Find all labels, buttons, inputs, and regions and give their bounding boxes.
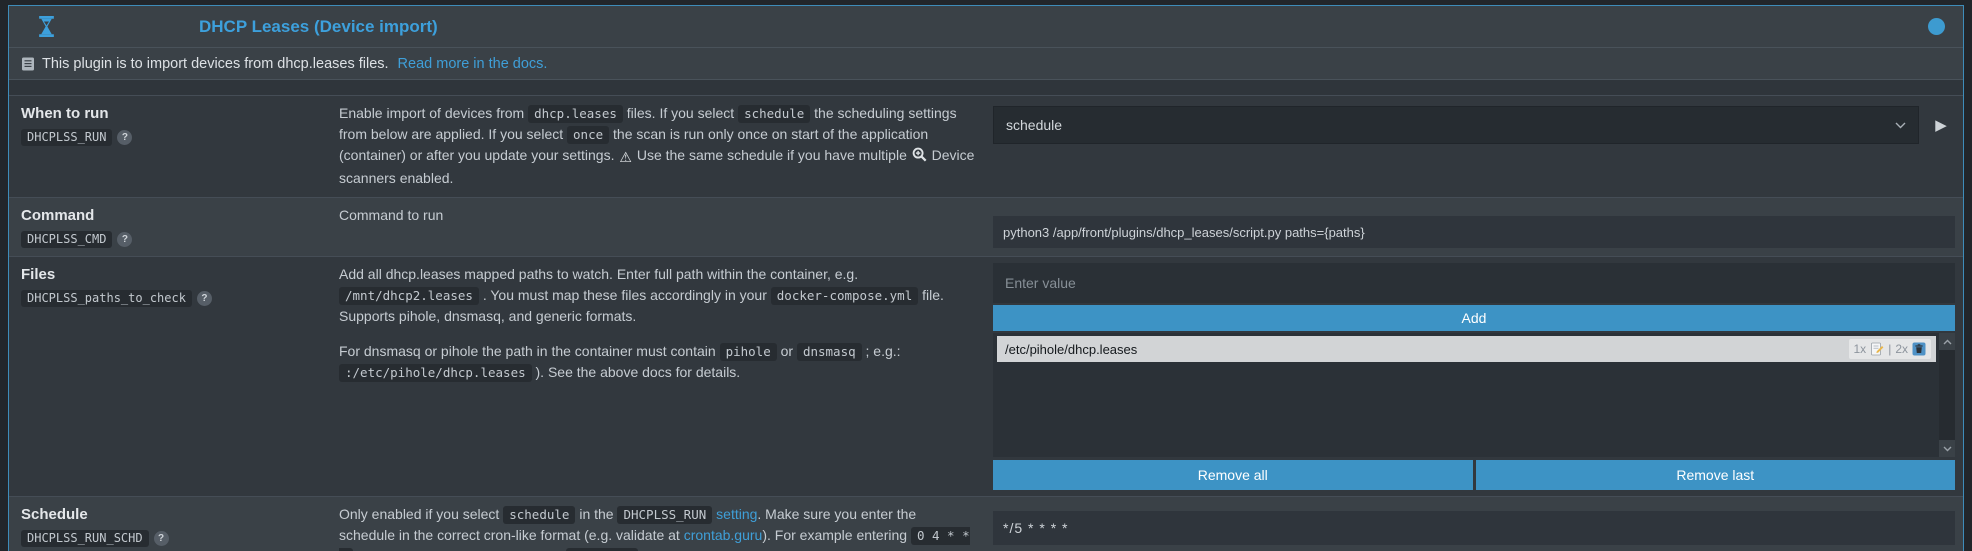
setting-label: Schedule [21,506,329,523]
setting-label: Command [21,207,329,224]
help-icon[interactable]: ? [154,531,169,546]
remove-last-button[interactable]: Remove last [1476,460,1956,490]
new-path-input[interactable] [993,263,1955,303]
edit-count-badge: 1x [1854,342,1867,356]
search-plus-icon [911,147,928,162]
setting-row-when-to-run: When to run DHCPLSS_RUN ? Enable import … [9,96,1963,198]
add-button[interactable]: Add [993,305,1955,331]
list-scrollbar[interactable] [1939,333,1955,457]
setting-code-chip: DHCPLSS_RUN [21,129,112,146]
panel-body-spacer [9,80,1963,96]
setting-description: Enable import of devices from dhcp.lease… [339,96,989,197]
chevron-down-icon [1895,122,1906,129]
play-icon: ▶ [1935,116,1947,134]
trash-icon[interactable] [1912,342,1926,356]
scroll-down-icon[interactable] [1939,440,1955,457]
setting-label: When to run [21,105,329,122]
help-icon[interactable]: ? [117,130,132,145]
page-title: DHCP Leases (Device import) [199,17,438,37]
docs-link[interactable]: Read more in the docs. [398,56,548,72]
setting-row-files: Files DHCPLSS_paths_to_check ? Add all d… [9,257,1963,497]
setting-label: Files [21,266,329,283]
setting-row-schedule: Schedule DHCPLSS_RUN_SCHD ? Only enabled… [9,497,1963,551]
setting-row-command: Command DHCPLSS_CMD ? Command to run [9,198,1963,257]
item-action-badges: 1x | 2x [1849,339,1932,359]
paths-list: /etc/pihole/dhcp.leases 1x | 2x [993,333,1939,362]
setting-code-chip: DHCPLSS_CMD [21,231,112,248]
edit-icon[interactable] [1870,342,1884,356]
paths-list-box: /etc/pihole/dhcp.leases 1x | 2x [993,333,1955,457]
run-mode-select[interactable]: schedule [993,106,1919,144]
run-mode-selected-value: schedule [1006,117,1062,133]
list-item-path[interactable]: /etc/pihole/dhcp.leases 1x | 2x [997,336,1936,362]
status-dot[interactable] [1928,18,1945,35]
badge-divider: | [1888,342,1891,356]
setting-description: Only enabled if you select schedule in t… [339,497,989,551]
delete-count-badge: 2x [1895,342,1908,356]
warning-icon: ⚠ [618,147,633,168]
run-now-button[interactable]: ▶ [1927,106,1955,144]
docs-icon [21,57,35,71]
inline-link[interactable]: setting [716,506,757,522]
setting-description: Command to run [339,198,989,256]
setting-code-chip: DHCPLSS_RUN_SCHD [21,530,149,547]
help-icon[interactable]: ? [197,291,212,306]
inline-link[interactable]: crontab.guru [684,527,763,543]
scroll-up-icon[interactable] [1939,333,1955,350]
remove-all-button[interactable]: Remove all [993,460,1473,490]
help-icon[interactable]: ? [117,232,132,247]
panel-header: DHCP Leases (Device import) [9,6,1963,48]
setting-code-chip: DHCPLSS_paths_to_check [21,290,192,307]
command-field[interactable] [993,216,1955,248]
schedule-input[interactable] [993,511,1955,545]
info-text: This plugin is to import devices from dh… [42,56,389,72]
plugin-info-bar: This plugin is to import devices from dh… [9,48,1963,80]
setting-description: Add all dhcp.leases mapped paths to watc… [339,257,989,496]
hourglass-icon [39,16,54,37]
plugin-settings-panel: DHCP Leases (Device import) This plugin … [8,5,1964,551]
path-text: /etc/pihole/dhcp.leases [1005,342,1137,357]
